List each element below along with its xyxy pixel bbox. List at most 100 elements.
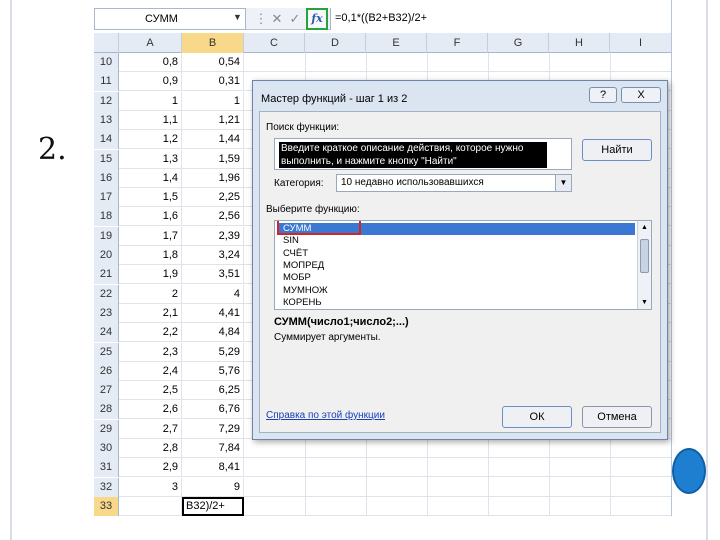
category-select[interactable]: 10 недавно использовавшихся ▼ bbox=[336, 174, 572, 192]
column-header-c[interactable]: C bbox=[244, 33, 305, 53]
row-number[interactable]: 33 bbox=[94, 496, 119, 516]
cell-a[interactable]: 2,2 bbox=[119, 323, 182, 343]
cell-a[interactable]: 3 bbox=[119, 477, 182, 497]
cell-b[interactable]: 5,29 bbox=[182, 342, 244, 362]
cell-a[interactable] bbox=[119, 496, 182, 516]
cell-b[interactable]: 1,96 bbox=[182, 168, 244, 188]
column-header-b[interactable]: B bbox=[182, 33, 244, 53]
cell-b[interactable]: 3,51 bbox=[182, 265, 244, 285]
cell-b[interactable]: 4 bbox=[182, 284, 244, 304]
cell-a[interactable]: 1,3 bbox=[119, 149, 182, 169]
cell-b[interactable]: 2,39 bbox=[182, 226, 244, 246]
cell-a[interactable]: 1,6 bbox=[119, 207, 182, 227]
cell-b[interactable]: 8,41 bbox=[182, 458, 244, 478]
cancel-button[interactable]: Отмена bbox=[582, 406, 652, 428]
cell-a[interactable]: 2,8 bbox=[119, 439, 182, 458]
cell-b[interactable]: 6,76 bbox=[182, 400, 244, 420]
function-list-item[interactable]: МОПРЕД bbox=[277, 260, 635, 272]
row-number[interactable]: 27 bbox=[94, 381, 119, 401]
function-list-item[interactable]: КОРЕНЬ bbox=[277, 297, 635, 309]
cell-a[interactable]: 0,9 bbox=[119, 72, 182, 92]
row-number[interactable]: 28 bbox=[94, 400, 119, 420]
find-button[interactable]: Найти bbox=[582, 139, 652, 161]
row-number[interactable]: 25 bbox=[94, 342, 119, 362]
cell-a[interactable]: 2,3 bbox=[119, 342, 182, 362]
formula-input[interactable]: =0,1*((B2+B32)/2+ bbox=[330, 8, 671, 30]
function-list-item[interactable]: МОБР bbox=[277, 272, 635, 284]
row-number[interactable]: 19 bbox=[94, 226, 119, 246]
cell-a[interactable]: 1,4 bbox=[119, 168, 182, 188]
row-number[interactable]: 11 bbox=[94, 72, 119, 92]
cell-a[interactable]: 1,9 bbox=[119, 265, 182, 285]
cell-a[interactable]: 1,1 bbox=[119, 110, 182, 130]
cell-b[interactable]: 1,44 bbox=[182, 130, 244, 150]
row-number[interactable]: 18 bbox=[94, 207, 119, 227]
cell-b[interactable]: 6,25 bbox=[182, 381, 244, 401]
list-scrollbar[interactable]: ▲ ▼ bbox=[637, 221, 651, 309]
row-number[interactable]: 31 bbox=[94, 458, 119, 478]
row-number[interactable]: 32 bbox=[94, 477, 119, 497]
cell-a[interactable]: 1,8 bbox=[119, 246, 182, 265]
cell-a[interactable]: 2,5 bbox=[119, 381, 182, 401]
row-number[interactable]: 22 bbox=[94, 284, 119, 304]
cell-b[interactable]: 0,31 bbox=[182, 72, 244, 92]
cell-a[interactable]: 2,9 bbox=[119, 458, 182, 478]
row-number[interactable]: 26 bbox=[94, 361, 119, 381]
column-header-g[interactable]: G bbox=[488, 33, 549, 53]
cell-a[interactable]: 0,8 bbox=[119, 53, 182, 72]
cell-a[interactable]: 2,6 bbox=[119, 400, 182, 420]
cell-b[interactable]: 3,24 bbox=[182, 246, 244, 265]
row-number[interactable]: 21 bbox=[94, 265, 119, 285]
cell-b[interactable]: 7,29 bbox=[182, 419, 244, 439]
help-button[interactable]: ? bbox=[589, 87, 617, 103]
function-list-item[interactable]: СЧЁТ bbox=[277, 248, 635, 260]
row-number[interactable]: 17 bbox=[94, 188, 119, 208]
ok-button[interactable]: ОК bbox=[502, 406, 572, 428]
row-number[interactable]: 13 bbox=[94, 110, 119, 130]
row-number[interactable]: 16 bbox=[94, 168, 119, 188]
cell-b[interactable]: 1,59 bbox=[182, 149, 244, 169]
column-header-h[interactable]: H bbox=[549, 33, 610, 53]
row-number[interactable]: 30 bbox=[94, 439, 119, 458]
insert-function-button[interactable]: fx bbox=[306, 8, 328, 30]
cell-b[interactable]: 1,21 bbox=[182, 110, 244, 130]
cell-a[interactable]: 1 bbox=[119, 91, 182, 111]
cancel-formula-icon[interactable]: ✕ bbox=[268, 10, 286, 28]
name-box[interactable]: СУММ ▼ bbox=[94, 8, 246, 30]
function-list-item[interactable]: МУМНОЖ bbox=[277, 285, 635, 297]
row-number[interactable]: 15 bbox=[94, 149, 119, 169]
chevron-down-icon[interactable]: ▼ bbox=[233, 12, 242, 22]
search-input[interactable]: Введите краткое описание действия, котор… bbox=[274, 138, 572, 170]
row-number[interactable]: 12 bbox=[94, 91, 119, 111]
enter-formula-icon[interactable]: ✓ bbox=[286, 10, 304, 28]
cell-b[interactable]: 7,84 bbox=[182, 439, 244, 458]
row-number[interactable]: 14 bbox=[94, 130, 119, 150]
cell-b[interactable]: 4,41 bbox=[182, 303, 244, 323]
cell-a[interactable]: 2 bbox=[119, 284, 182, 304]
row-number[interactable]: 24 bbox=[94, 323, 119, 343]
cell-b[interactable]: 4,84 bbox=[182, 323, 244, 343]
cell-b[interactable]: 5,76 bbox=[182, 361, 244, 381]
cell-a[interactable]: 1,5 bbox=[119, 188, 182, 208]
active-cell-b33[interactable]: B32)/2+ bbox=[182, 496, 244, 516]
column-header-e[interactable]: E bbox=[366, 33, 427, 53]
cell-a[interactable]: 1,2 bbox=[119, 130, 182, 150]
cell-b[interactable]: 1 bbox=[182, 91, 244, 111]
column-header-i[interactable]: I bbox=[610, 33, 671, 53]
cell-b[interactable]: 2,56 bbox=[182, 207, 244, 227]
row-number[interactable]: 10 bbox=[94, 53, 119, 72]
select-all-corner[interactable] bbox=[94, 33, 119, 53]
column-header-d[interactable]: D bbox=[305, 33, 366, 53]
column-header-f[interactable]: F bbox=[427, 33, 488, 53]
column-header-a[interactable]: A bbox=[119, 33, 182, 53]
row-number[interactable]: 20 bbox=[94, 246, 119, 265]
scroll-down-icon[interactable]: ▼ bbox=[638, 296, 651, 309]
chevron-down-icon[interactable]: ▼ bbox=[555, 175, 571, 191]
scroll-thumb[interactable] bbox=[640, 239, 649, 273]
cell-b[interactable]: 2,25 bbox=[182, 188, 244, 208]
cell-a[interactable]: 1,7 bbox=[119, 226, 182, 246]
row-number[interactable]: 23 bbox=[94, 303, 119, 323]
cell-b[interactable]: 9 bbox=[182, 477, 244, 497]
row-number[interactable]: 29 bbox=[94, 419, 119, 439]
function-list[interactable]: ▲ ▼ СУММ SIN СЧЁТ МОПРЕД МОБР МУМНОЖ КОРЕНЬ bbox=[274, 220, 652, 310]
